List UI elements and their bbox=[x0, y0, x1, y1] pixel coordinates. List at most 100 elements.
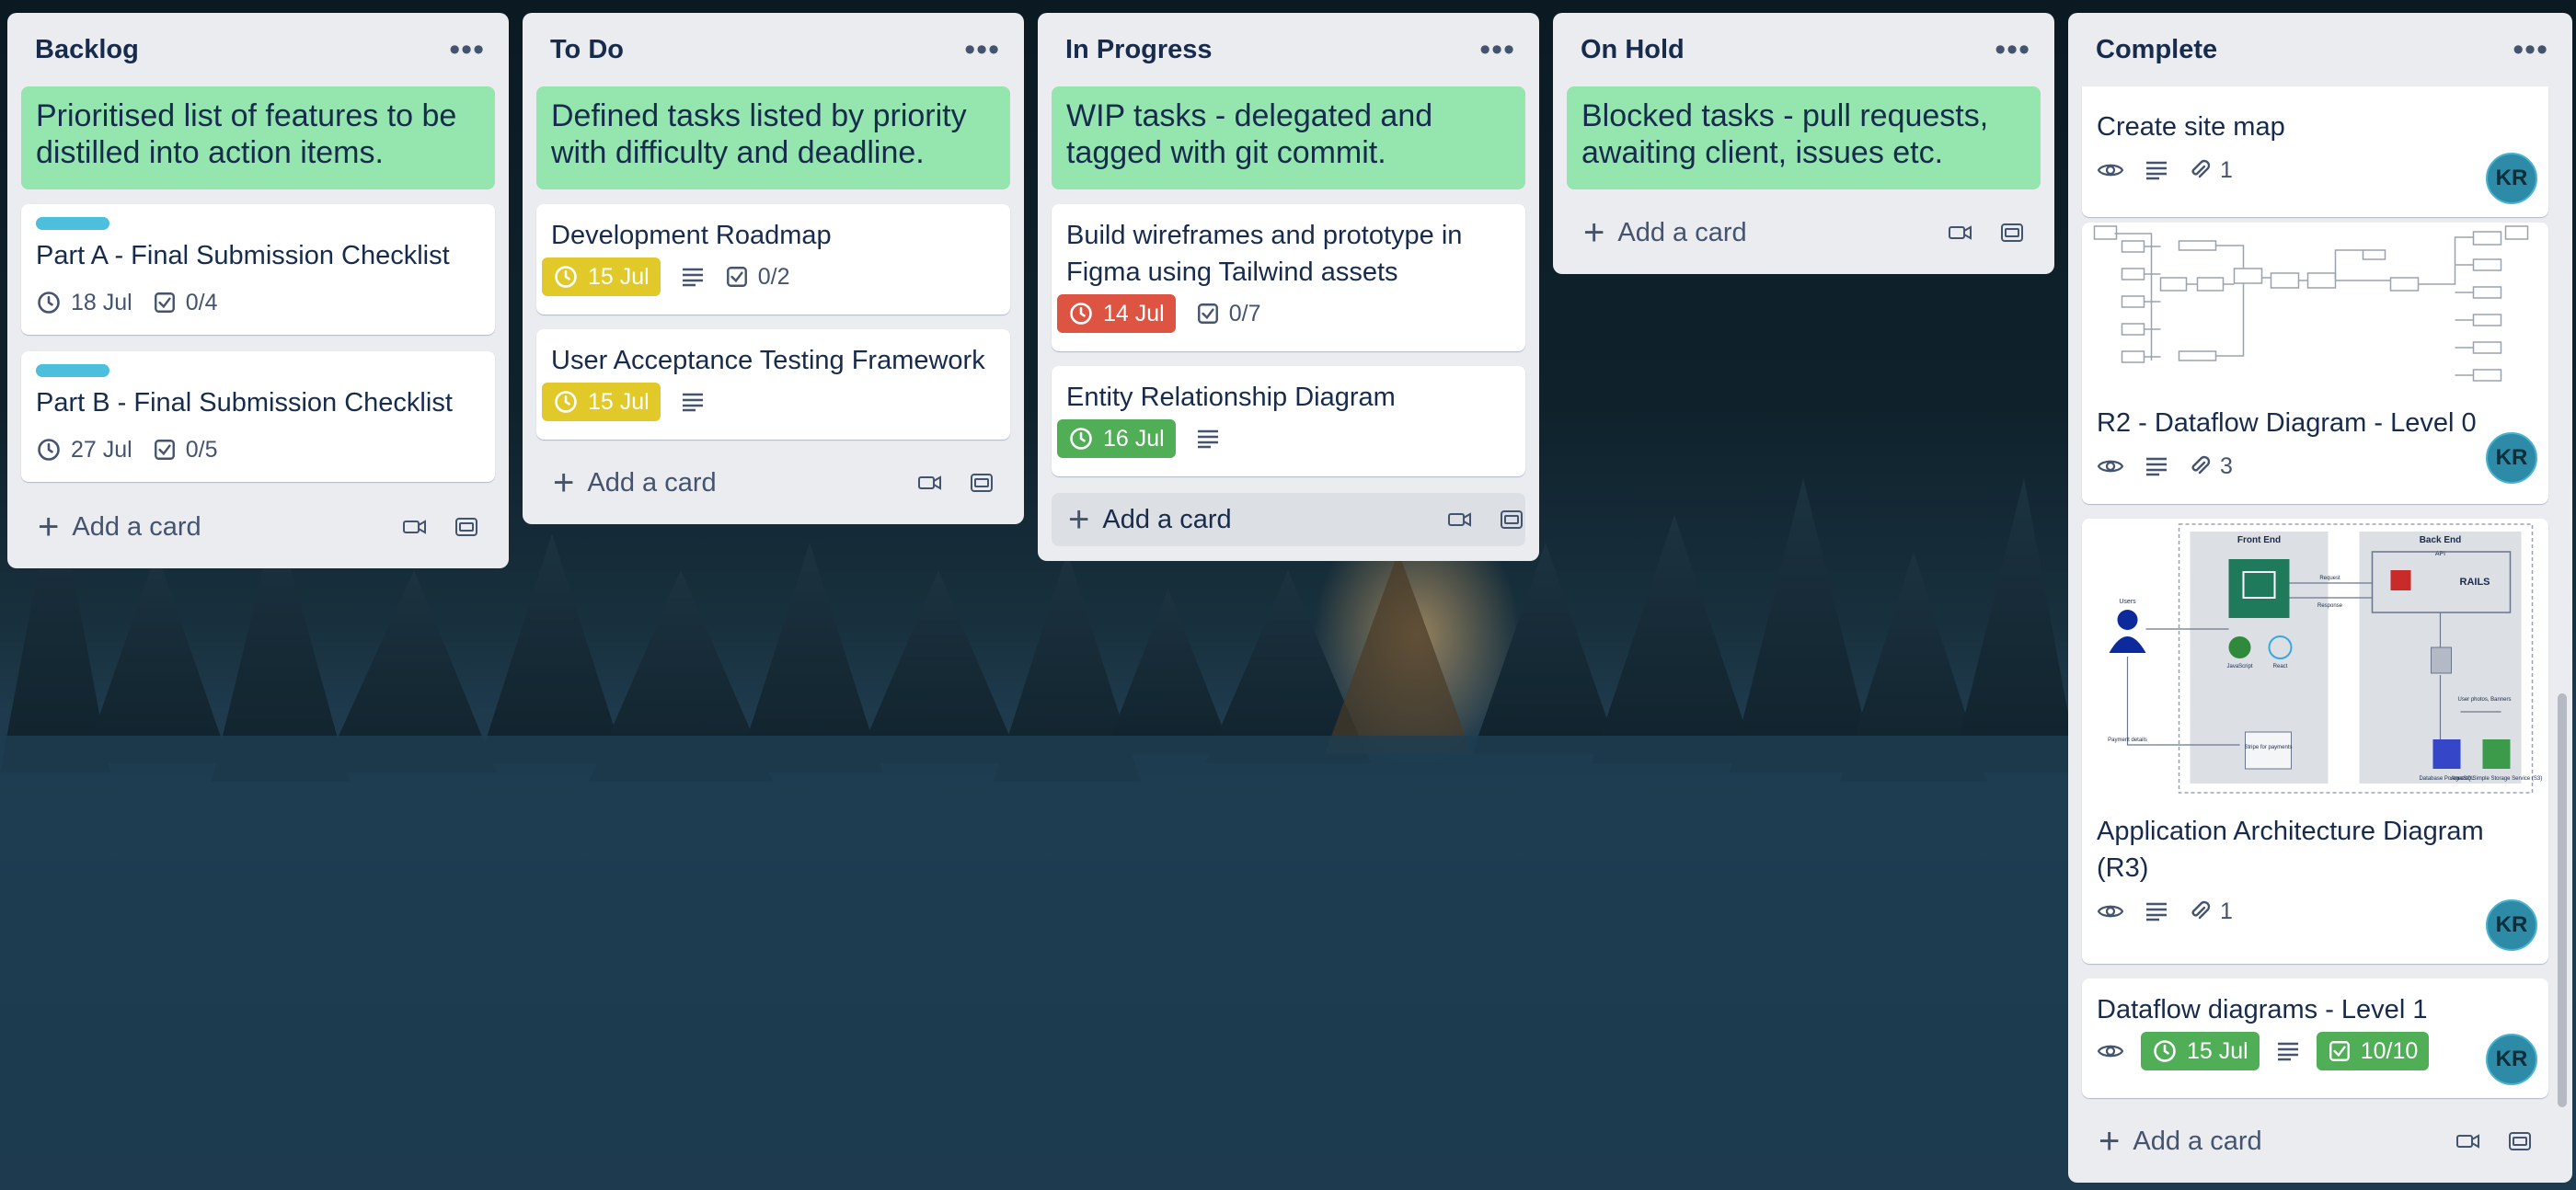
template-icon[interactable] bbox=[970, 471, 994, 495]
card-build-wireframes[interactable]: Build wireframes and prototype in Figma … bbox=[1052, 204, 1525, 351]
due-date-badge[interactable]: 15 Jul bbox=[2141, 1032, 2260, 1070]
plus-icon: + bbox=[38, 507, 60, 547]
eye-icon bbox=[2097, 1042, 2124, 1060]
diagram-payment-details-label: Payment details bbox=[2108, 738, 2147, 743]
list-menu-icon[interactable]: ••• bbox=[449, 34, 485, 65]
add-card-button[interactable]: + Add a card bbox=[1052, 493, 1525, 546]
clock-icon bbox=[36, 437, 62, 463]
video-icon[interactable] bbox=[1448, 510, 1472, 529]
add-card-button[interactable]: + Add a card bbox=[536, 456, 1010, 509]
card-create-site-map[interactable]: Create site map 1 KR bbox=[2082, 86, 2548, 217]
card-label[interactable] bbox=[36, 364, 109, 377]
card-user-acceptance-testing[interactable]: User Acceptance Testing Framework 15 Jul bbox=[536, 329, 1010, 440]
avatar[interactable]: KR bbox=[2486, 432, 2537, 484]
list-title[interactable]: To Do bbox=[550, 35, 624, 65]
card-title: Part A - Final Submission Checklist bbox=[36, 241, 450, 270]
due-date-text: 27 Jul bbox=[71, 436, 132, 463]
list-header: On Hold ••• bbox=[1553, 13, 2054, 86]
checklist-badge: 0/5 bbox=[153, 437, 217, 463]
clock-icon bbox=[553, 264, 579, 290]
add-card-label: Add a card bbox=[72, 511, 201, 542]
diagram-react-label: React bbox=[2273, 664, 2288, 669]
list-in-progress: In Progress ••• WIP tasks - delegated an… bbox=[1038, 13, 1539, 561]
avatar[interactable]: KR bbox=[2486, 899, 2537, 951]
diagram-stripe-label: Stripe for payments bbox=[2244, 745, 2292, 750]
due-date-text: 16 Jul bbox=[1103, 425, 1165, 452]
list-title[interactable]: On Hold bbox=[1581, 35, 1685, 65]
video-icon[interactable] bbox=[403, 518, 427, 536]
checklist-badge: 10/10 bbox=[2316, 1032, 2430, 1070]
attachment-badge: 1 bbox=[2189, 157, 2233, 184]
template-icon[interactable] bbox=[454, 515, 478, 539]
clock-icon bbox=[553, 389, 579, 415]
list-backlog: Backlog ••• Prioritised list of features… bbox=[7, 13, 509, 568]
avatar[interactable]: KR bbox=[2486, 1034, 2537, 1085]
list-complete: Complete ••• Create site map 1 KR R2 - D… bbox=[2068, 13, 2572, 1183]
card-title: Build wireframes and prototype in Figma … bbox=[1066, 221, 1463, 287]
list-menu-icon[interactable]: ••• bbox=[1479, 34, 1515, 65]
list-title[interactable]: In Progress bbox=[1065, 35, 1213, 65]
template-icon[interactable] bbox=[2000, 221, 2024, 245]
list-description-card[interactable]: Defined tasks listed by priority with di… bbox=[536, 86, 1010, 189]
plus-icon: + bbox=[1583, 212, 1605, 253]
template-icon[interactable] bbox=[1500, 508, 1524, 532]
description-icon bbox=[2145, 901, 2168, 921]
card-title: User Acceptance Testing Framework bbox=[551, 346, 985, 375]
due-date-badge[interactable]: 18 Jul bbox=[36, 290, 132, 316]
avatar[interactable]: KR bbox=[2486, 153, 2537, 204]
list-menu-icon[interactable]: ••• bbox=[2513, 34, 2548, 65]
video-icon[interactable] bbox=[918, 474, 942, 492]
list-description-card[interactable]: Blocked tasks - pull requests, awaiting … bbox=[1567, 86, 2041, 189]
list-menu-icon[interactable]: ••• bbox=[964, 34, 1000, 65]
card-development-roadmap[interactable]: Development Roadmap 15 Jul 0/2 bbox=[536, 204, 1010, 315]
clock-icon bbox=[1068, 301, 1094, 326]
due-date-badge[interactable]: 15 Jul bbox=[542, 257, 661, 296]
description-icon bbox=[681, 267, 705, 287]
list-title[interactable]: Complete bbox=[2096, 35, 2217, 65]
list-menu-icon[interactable]: ••• bbox=[1995, 34, 2030, 65]
list-description-card[interactable]: Prioritised list of features to be disti… bbox=[21, 86, 495, 189]
template-icon[interactable] bbox=[2508, 1129, 2532, 1153]
add-card-label: Add a card bbox=[1617, 217, 1747, 247]
checklist-count: 0/4 bbox=[185, 289, 218, 315]
due-date-badge[interactable]: 15 Jul bbox=[542, 383, 661, 421]
card-application-architecture[interactable]: Front End Back End API RAILS JavaScript … bbox=[2082, 519, 2548, 964]
description-icon bbox=[2145, 160, 2168, 180]
video-icon[interactable] bbox=[2456, 1132, 2480, 1150]
due-date-badge[interactable]: 27 Jul bbox=[36, 437, 132, 463]
plus-icon: + bbox=[1068, 499, 1090, 540]
card-title: Application Architecture Diagram (R3) bbox=[2097, 817, 2484, 883]
due-date-text: 15 Jul bbox=[588, 388, 650, 415]
plus-icon: + bbox=[553, 463, 575, 503]
card-title: Create site map bbox=[2097, 112, 2285, 142]
checklist-badge: 0/2 bbox=[725, 264, 789, 291]
attachment-count: 3 bbox=[2220, 452, 2233, 479]
card-entity-relationship-diagram[interactable]: Entity Relationship Diagram 16 Jul bbox=[1052, 366, 1525, 476]
list-title[interactable]: Backlog bbox=[35, 35, 139, 65]
scrollbar-thumb[interactable] bbox=[2558, 693, 2567, 1107]
checkbox-icon bbox=[153, 438, 177, 462]
add-card-button[interactable]: + Add a card bbox=[2082, 1115, 2548, 1168]
add-card-button[interactable]: + Add a card bbox=[21, 500, 495, 554]
video-icon[interactable] bbox=[1949, 223, 1972, 242]
card-label[interactable] bbox=[36, 217, 109, 230]
card-dataflow-level-1[interactable]: Dataflow diagrams - Level 1 15 Jul 10/10… bbox=[2082, 978, 2548, 1098]
due-date-badge[interactable]: 14 Jul bbox=[1057, 294, 1176, 333]
diagram-s3-label: Amazon Simple Storage Service (S3) bbox=[2451, 776, 2542, 782]
due-date-badge[interactable]: 16 Jul bbox=[1057, 419, 1176, 458]
card-r2-dataflow-level-0[interactable]: R2 - Dataflow Diagram - Level 0 3 KR bbox=[2082, 223, 2548, 504]
card-part-b[interactable]: Part B - Final Submission Checklist 27 J… bbox=[21, 351, 495, 482]
card-title: Blocked tasks - pull requests, awaiting … bbox=[1581, 98, 1989, 170]
card-title: WIP tasks - delegated and tagged with gi… bbox=[1066, 98, 1433, 170]
checklist-count: 10/10 bbox=[2360, 1037, 2419, 1064]
diagram-front-end-label: Front End bbox=[2237, 535, 2281, 545]
card-part-a[interactable]: Part A - Final Submission Checklist 18 J… bbox=[21, 204, 495, 335]
list-scrollbar[interactable] bbox=[2558, 96, 2567, 1107]
diagram-request-label: Request bbox=[2319, 576, 2340, 581]
list-description-card[interactable]: WIP tasks - delegated and tagged with gi… bbox=[1052, 86, 1525, 189]
add-card-label: Add a card bbox=[1102, 504, 1232, 534]
list-header: Complete ••• bbox=[2068, 13, 2572, 86]
add-card-button[interactable]: + Add a card bbox=[1567, 206, 2041, 259]
eye-icon bbox=[2097, 902, 2124, 921]
add-card-label: Add a card bbox=[2133, 1126, 2262, 1156]
